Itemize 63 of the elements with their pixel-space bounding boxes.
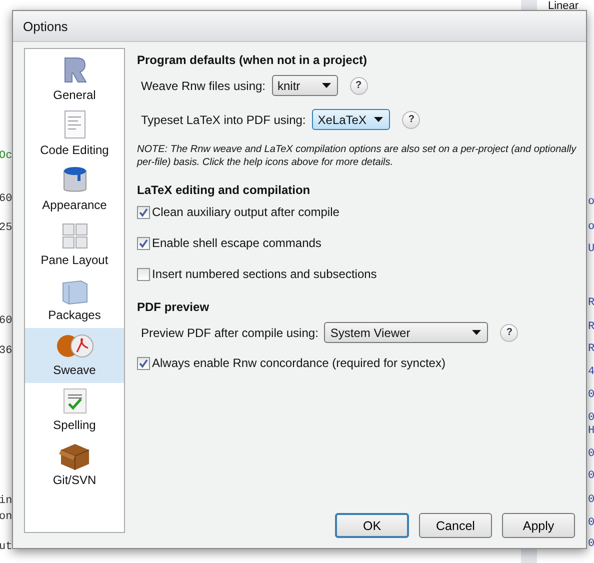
- code-fragment: 60: [0, 193, 12, 205]
- sidebar-item[interactable]: Git/SVN: [25, 438, 124, 493]
- code-fragment: ut: [0, 541, 12, 553]
- code-fragment: R: [588, 297, 594, 309]
- sidebar-item[interactable]: Code Editing: [25, 108, 124, 163]
- note-text: NOTE: The Rnw weave and LaTeX compilation options are also set on a per-project (and optionally per-file) basis. Click the help icons above for more details.: [137, 143, 577, 169]
- help-button[interactable]: ?: [350, 76, 368, 94]
- help-button[interactable]: ?: [500, 324, 518, 342]
- code-fragment: 36: [0, 345, 12, 357]
- caret-icon: [374, 117, 384, 122]
- background-text: Linear: [548, 0, 579, 12]
- sidebar-item[interactable]: General: [25, 53, 124, 108]
- code-fragment: 0: [588, 389, 594, 401]
- caret-icon: [472, 330, 482, 335]
- code-fragment: on: [0, 511, 12, 523]
- dropdown[interactable]: System Viewer: [324, 322, 488, 343]
- checkbox-label[interactable]: Insert numbered sections and subsections: [152, 267, 377, 281]
- window-title: Options: [23, 18, 68, 34]
- code-fragment: U: [588, 243, 594, 255]
- field-label: Preview PDF after compile using:: [141, 326, 318, 340]
- code-fragment: R: [588, 321, 594, 333]
- field-label: Weave Rnw files using:: [141, 78, 266, 92]
- code-fragment: 0: [588, 517, 594, 529]
- checkbox-label[interactable]: Enable shell escape commands: [152, 236, 322, 250]
- code-fragment: H: [588, 425, 594, 437]
- code-fragment: R: [588, 343, 594, 355]
- dialog-button[interactable]: Cancel: [419, 513, 492, 538]
- code-fragment: 25: [0, 222, 12, 234]
- checkbox[interactable]: [137, 236, 150, 250]
- code-fragment: in: [0, 495, 12, 507]
- section-heading: Program defaults (when not in a project): [137, 53, 368, 67]
- sidebar-item[interactable]: Appearance: [25, 163, 124, 218]
- code-fragment: 4: [588, 366, 594, 378]
- code-fragment: 60: [0, 315, 12, 327]
- grid-icon: [60, 222, 88, 250]
- checkbox-label[interactable]: Clean auxiliary output after compile: [152, 205, 340, 219]
- sidebar-item[interactable]: Packages: [25, 273, 124, 328]
- dropdown[interactable]: XeLaTeX: [312, 109, 390, 130]
- checkbox[interactable]: [137, 356, 150, 370]
- dialog-button[interactable]: Apply: [502, 513, 575, 538]
- caret-icon: [322, 83, 330, 88]
- code-fragment: 0: [588, 538, 594, 550]
- code-fragment: 0: [588, 412, 594, 424]
- checkbox[interactable]: [137, 268, 150, 280]
- spell-check-icon: [62, 387, 88, 415]
- code-fragment: 0: [588, 470, 594, 482]
- code-fragment: o: [588, 221, 594, 233]
- help-button[interactable]: ?: [402, 110, 420, 128]
- sidebar-item[interactable]: Sweave: [25, 328, 124, 383]
- sidebar-item[interactable]: Spelling: [25, 383, 124, 438]
- dropdown[interactable]: knitr: [272, 75, 338, 96]
- file-types-icon: [54, 332, 94, 360]
- sidebar-item[interactable]: Pane Layout: [25, 218, 124, 273]
- section-heading: LaTeX editing and compilation: [137, 183, 310, 197]
- code-fragment: 0: [588, 494, 594, 506]
- checkbox[interactable]: [137, 206, 150, 218]
- section-heading: PDF preview: [137, 300, 210, 314]
- document-icon: [62, 110, 86, 140]
- field-label: Typeset LaTeX into PDF using:: [141, 112, 306, 126]
- code-fragment: 0: [588, 448, 594, 460]
- checkbox-label[interactable]: Always enable Rnw concordance (required for synctex): [152, 356, 446, 370]
- code-fragment: o: [588, 196, 594, 208]
- dialog-button[interactable]: OK: [335, 513, 409, 538]
